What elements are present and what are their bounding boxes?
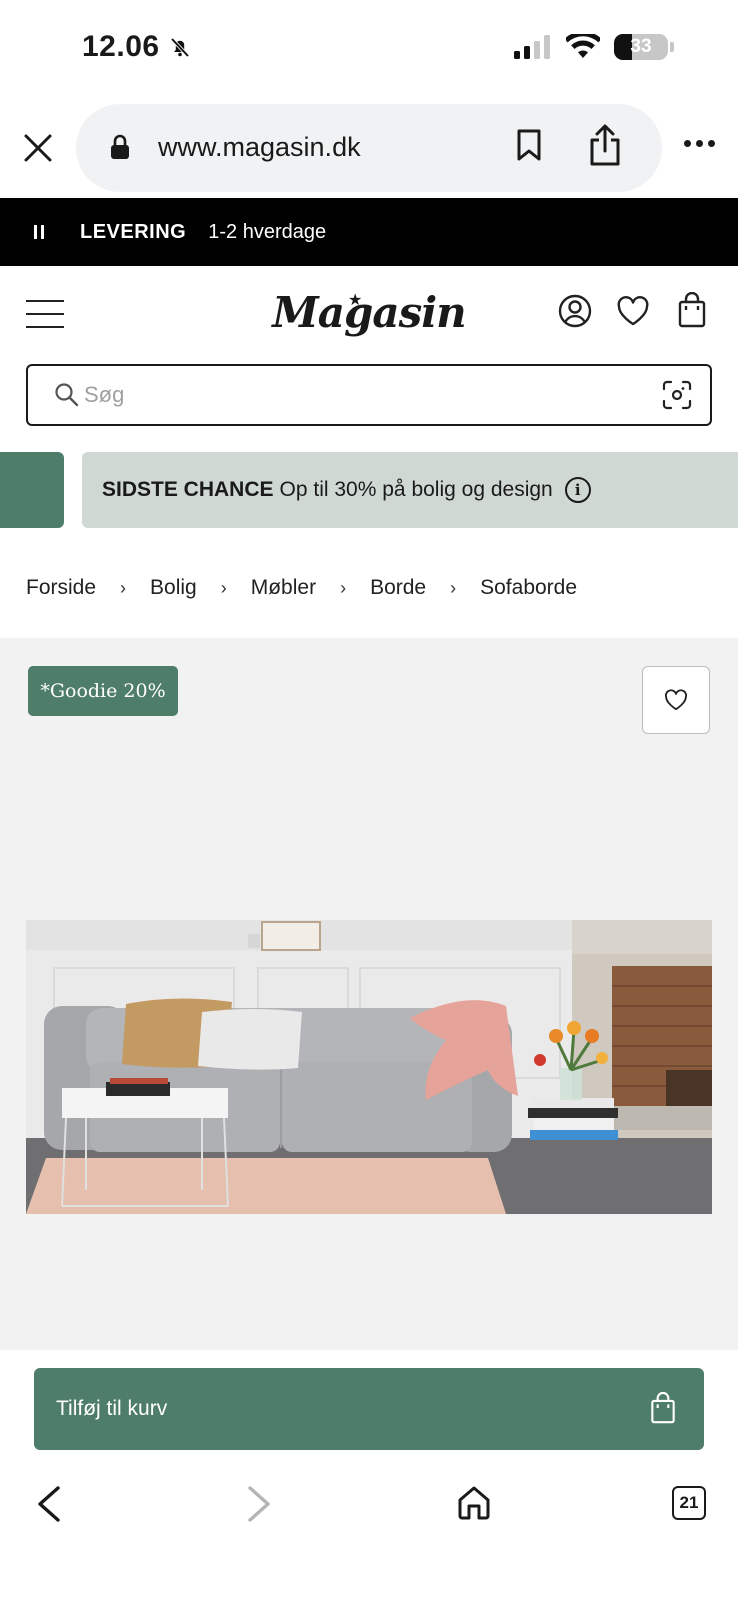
logo-text: Magasin [272, 288, 466, 337]
status-time: 12.06 [82, 30, 192, 64]
breadcrumb-item-mobler[interactable]: Møbler [251, 576, 316, 600]
bag-icon [678, 291, 706, 328]
breadcrumb-item-forside[interactable]: Forside [26, 576, 96, 600]
battery-icon: 33 [614, 34, 668, 60]
search-box[interactable] [26, 364, 712, 426]
promo-slide-previous[interactable] [0, 452, 64, 528]
logo-star-icon: ★ [348, 290, 363, 309]
close-browser-button[interactable] [18, 128, 58, 168]
close-icon [24, 134, 52, 162]
pause-icon[interactable] [34, 225, 44, 239]
more-icon[interactable] [684, 140, 715, 147]
url-text: www.magasin.dk [158, 132, 361, 162]
browser-toolbar: www.magasin.dk [0, 100, 738, 198]
info-glyph: i [574, 481, 581, 499]
signal-icon [514, 35, 550, 59]
breadcrumb: Forside › Bolig › Møbler › Borde › Sofab… [26, 576, 577, 600]
breadcrumb-item-borde[interactable]: Borde [370, 576, 426, 600]
promo-banner[interactable]: SIDSTE CHANCE Op til 30% på bolig og des… [82, 452, 738, 528]
add-to-cart-button[interactable]: Tilføj til kurv [34, 1368, 704, 1450]
chevron-left-icon [38, 1486, 60, 1522]
bag-icon [651, 1392, 675, 1424]
search-input[interactable] [84, 378, 624, 412]
breadcrumb-item-bolig[interactable]: Bolig [150, 576, 197, 600]
add-to-cart-label: Tilføj til kurv [56, 1397, 168, 1420]
bookmark-button[interactable] [516, 128, 542, 167]
breadcrumb-separator: › [120, 577, 127, 598]
breadcrumb-separator: › [220, 577, 227, 598]
product-image[interactable] [26, 920, 712, 1214]
silent-bell-icon [170, 37, 189, 58]
account-button[interactable] [558, 294, 592, 333]
breadcrumb-item-sofaborde[interactable]: Sofaborde [480, 576, 577, 600]
wishlist-header-button[interactable] [616, 296, 650, 331]
sofa-scene-illustration [26, 920, 712, 1214]
search-icon [55, 383, 79, 407]
browser-bottom-nav: 21 [0, 1462, 738, 1600]
add-to-wishlist-button[interactable] [642, 666, 710, 734]
status-indicators: 33 [514, 34, 674, 60]
account-icon [558, 294, 592, 328]
info-icon[interactable]: i [564, 477, 591, 503]
wifi-icon [566, 34, 600, 58]
tabs-button[interactable]: 21 [672, 1486, 706, 1520]
share-icon [590, 124, 620, 166]
bag-button[interactable] [678, 291, 706, 333]
delivery-value: 1-2 hverdage [208, 220, 327, 243]
visual-search-icon[interactable] [662, 380, 692, 410]
chevron-right-icon [248, 1486, 270, 1522]
home-button[interactable] [456, 1484, 492, 1525]
address-bar[interactable]: www.magasin.dk [76, 104, 662, 192]
add-to-cart-bar: Tilføj til kurv [0, 1350, 738, 1462]
delivery-banner: LEVERING 1-2 hverdage [0, 198, 738, 266]
promo-headline: SIDSTE CHANCE [102, 478, 274, 501]
heart-icon [617, 296, 649, 326]
home-icon [458, 1486, 490, 1520]
promo-text: Op til 30% på bolig og design [279, 478, 553, 501]
forward-button[interactable] [244, 1484, 274, 1529]
clock-text: 12.06 [82, 30, 160, 63]
lock-icon [111, 134, 129, 159]
site-header: Magasin ★ [0, 266, 738, 362]
goodie-badge: *Goodie 20% [28, 666, 178, 716]
product-gallery: *Goodie 20% [0, 638, 738, 1350]
share-button[interactable] [588, 124, 622, 171]
heart-icon [665, 689, 687, 711]
breadcrumb-separator: › [340, 577, 347, 598]
status-bar: 12.06 33 [0, 0, 738, 100]
battery-indicator: 33 [614, 34, 674, 60]
back-button[interactable] [34, 1484, 64, 1529]
delivery-label: LEVERING [80, 220, 187, 243]
bookmark-icon [517, 129, 541, 161]
tab-count: 21 [679, 1493, 699, 1512]
battery-level: 33 [630, 36, 652, 57]
breadcrumb-separator: › [450, 577, 457, 598]
